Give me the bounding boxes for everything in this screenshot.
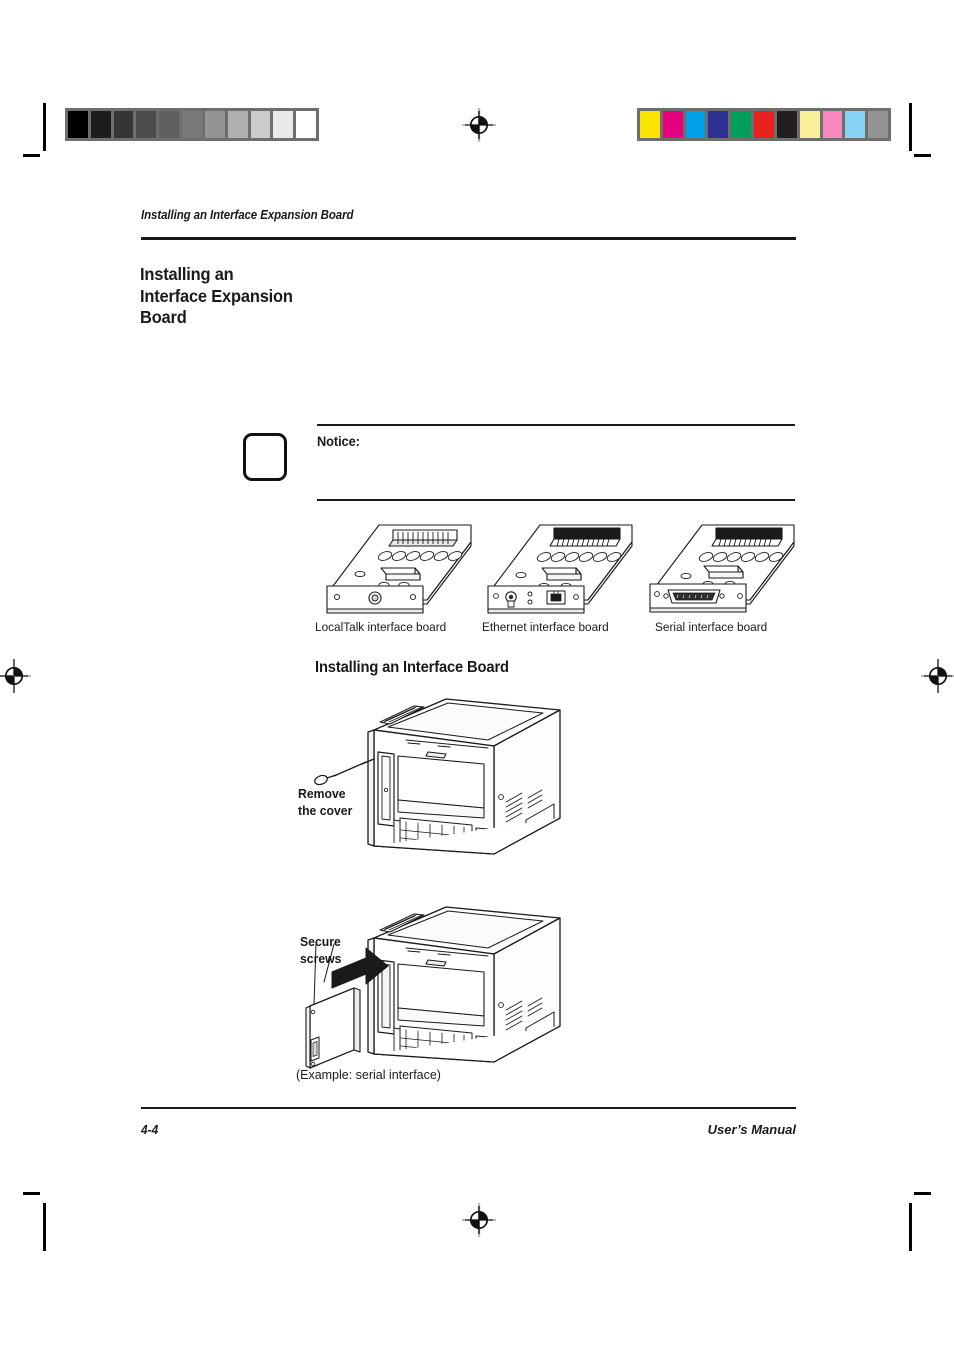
board-caption-ethernet: Ethernet interface board xyxy=(482,620,609,634)
example-note: (Example: serial interface) xyxy=(296,1067,441,1082)
callout-remove-cover-line2: the cover xyxy=(298,802,353,818)
callout-remove-cover-line1: Remove xyxy=(298,786,346,801)
board-caption-serial: Serial interface board xyxy=(655,620,768,634)
serial-board-illustration xyxy=(649,524,795,613)
footer-rule xyxy=(141,1107,796,1109)
localtalk-board-illustration xyxy=(326,524,472,614)
interface-board-captions: LocalTalk interface board Ethernet inter… xyxy=(310,620,802,640)
section-heading: Installing an Interface Board xyxy=(315,659,509,676)
notice-label: Notice: xyxy=(317,434,360,449)
callout-secure-screws: Secure screws xyxy=(300,934,375,967)
notice-box-icon xyxy=(243,433,287,481)
page-title: Installing an Interface Expansion Board xyxy=(140,264,293,327)
page-number: 4-4 xyxy=(141,1122,159,1137)
callout-remove-cover: Remove the cover xyxy=(298,786,383,819)
running-head: Installing an Interface Expansion Board xyxy=(141,208,354,222)
callout-secure-screws-line1: Secure xyxy=(300,934,341,949)
callout-secure-screws-line2: screws xyxy=(300,950,342,966)
board-caption-localtalk: LocalTalk interface board xyxy=(315,620,447,634)
manual-title: User’s Manual xyxy=(707,1122,796,1137)
interface-board-figure-row xyxy=(317,508,797,620)
header-rule xyxy=(141,237,796,240)
notice-rule-bottom xyxy=(317,499,795,501)
notice-rule-top xyxy=(317,424,795,426)
ethernet-board-illustration xyxy=(487,524,633,614)
document-page: Installing an Interface Expansion Board … xyxy=(0,0,954,1351)
